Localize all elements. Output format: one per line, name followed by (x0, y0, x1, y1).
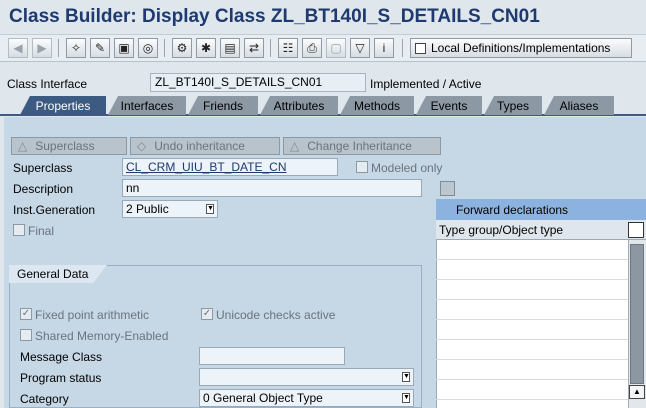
dropdown-icon: ▼ (206, 204, 214, 214)
scrollbar-thumb[interactable] (630, 244, 644, 384)
dropdown-icon: ▼ (402, 372, 410, 382)
tab-types[interactable]: Types (484, 96, 542, 115)
tab-label: Attributes (273, 98, 325, 113)
display-change-icon[interactable]: ✎ (90, 38, 110, 58)
document-icon (415, 42, 426, 54)
class-interface-label: Class Interface (7, 77, 88, 91)
superclass-label: Superclass (13, 161, 73, 175)
class-interface-field[interactable]: ZL_BT140I_S_DETAILS_CN01 (150, 73, 366, 92)
toggle-forward-declarations-icon[interactable] (440, 181, 455, 196)
forward-icon[interactable]: ▶ (32, 38, 52, 58)
hierarchy-icon[interactable]: ☷ (278, 38, 298, 58)
unicode-label: Unicode checks active (216, 308, 336, 322)
superclass-button-label: Superclass (35, 139, 95, 153)
activate-icon[interactable]: ✱ (196, 38, 216, 58)
table-row[interactable] (436, 320, 628, 340)
display-object-list-icon[interactable]: ⇄ (244, 38, 264, 58)
back-icon[interactable]: ◀ (8, 38, 28, 58)
tab-label: Properties (35, 98, 91, 113)
print-icon[interactable]: ⎙ (302, 38, 322, 58)
undo-inheritance-label: Undo inheritance (154, 139, 245, 153)
local-definitions-label: Local Definitions/Implementations (431, 41, 611, 55)
superclass-field[interactable]: CL_CRM_UIU_BT_DATE_CN (122, 158, 338, 176)
tab-strip: Properties Interfaces Friends Attributes… (0, 96, 646, 116)
application-toolbar: ◀ ▶ ✧ ✎ ▣ ◎ ⚙ ✱ ▤ ⇄ ☷ ⎙ ▢ ▽ i Local Defi… (0, 34, 646, 62)
table-row[interactable] (436, 300, 628, 320)
empty-icon[interactable]: ▢ (326, 38, 346, 58)
table-row[interactable] (436, 360, 628, 380)
category-value: 0 General Object Type (203, 391, 323, 405)
table-row[interactable] (436, 380, 628, 400)
undo-inheritance-button[interactable]: ◇ Undo inheritance (130, 137, 280, 155)
inst-generation-select[interactable]: 2 Public ▼ (122, 200, 218, 218)
undo-icon: ◇ (137, 139, 147, 153)
toolbar-separator (164, 39, 165, 57)
table-row[interactable] (436, 340, 628, 360)
table-row[interactable] (436, 240, 628, 260)
toolbar-strip (0, 62, 646, 72)
tab-label: Friends (202, 98, 243, 113)
window-title: Class Builder: Display Class ZL_BT140I_S… (9, 6, 540, 27)
column-header-type-group: Type group/Object type (436, 220, 646, 240)
modeled-only-label: Modeled only (371, 161, 443, 175)
final-label: Final (28, 224, 55, 238)
tab-label: Types (496, 98, 529, 113)
general-data-tab: General Data (9, 265, 107, 283)
message-class-label: Message Class (20, 350, 103, 364)
other-object-icon[interactable]: ✧ (66, 38, 86, 58)
category-select[interactable]: 0 General Object Type ▼ (199, 389, 414, 407)
check-icon[interactable]: ⚙ (172, 38, 192, 58)
unicode-checkbox[interactable]: ✓ (201, 308, 213, 320)
final-checkbox[interactable] (13, 224, 25, 236)
tab-properties[interactable]: Properties (20, 96, 106, 115)
table-settings-icon[interactable] (628, 222, 644, 238)
description-field[interactable]: nn (122, 179, 422, 197)
change-inheritance-button[interactable]: △ Change Inheritance (283, 137, 441, 155)
where-used-icon[interactable]: ◎ (138, 38, 158, 58)
change-icon: △ (290, 139, 300, 153)
tab-label: Aliases (559, 98, 599, 113)
program-status-select[interactable]: ▼ (199, 368, 414, 386)
class-status-text: Implemented / Active (370, 77, 482, 91)
inst-generation-label: Inst.Generation (13, 203, 96, 217)
toolbar-separator (58, 39, 59, 57)
table-row[interactable] (436, 260, 628, 280)
tab-label: Interfaces (120, 98, 174, 113)
forward-declarations-title: Forward declarations (436, 199, 646, 220)
toolbar-separator (402, 39, 403, 57)
dropdown-icon: ▼ (402, 393, 410, 403)
tab-label: Methods (353, 98, 401, 113)
tab-interfaces[interactable]: Interfaces (108, 96, 186, 115)
scroll-up-icon[interactable]: ▲ (629, 385, 645, 399)
filter-icon[interactable]: ▽ (350, 38, 370, 58)
tab-aliases[interactable]: Aliases (544, 96, 614, 115)
inst-generation-value: 2 Public (126, 202, 169, 216)
toolbar-separator (270, 39, 271, 57)
message-class-field[interactable] (199, 347, 345, 365)
fixed-point-checkbox[interactable]: ✓ (20, 308, 32, 320)
table-row[interactable] (436, 280, 628, 300)
category-label: Category (20, 392, 69, 406)
tab-friends[interactable]: Friends (188, 96, 258, 115)
shared-memory-checkbox[interactable] (20, 329, 32, 341)
test-icon[interactable]: ▤ (220, 38, 240, 58)
tab-label: Events (430, 98, 468, 113)
change-inheritance-label: Change Inheritance (307, 139, 412, 153)
tab-methods[interactable]: Methods (340, 96, 414, 115)
superclass-icon: △ (18, 139, 28, 153)
program-status-label: Program status (20, 371, 102, 385)
tab-events[interactable]: Events (416, 96, 482, 115)
local-definitions-button[interactable]: Local Definitions/Implementations (410, 38, 632, 58)
fixed-point-label: Fixed point arithmetic (35, 308, 150, 322)
modeled-only-checkbox[interactable] (356, 161, 368, 173)
superclass-button[interactable]: △ Superclass (11, 137, 127, 155)
info-icon[interactable]: i (374, 38, 394, 58)
description-label: Description (13, 182, 74, 196)
shared-memory-label: Shared Memory-Enabled (35, 329, 169, 343)
tab-attributes[interactable]: Attributes (260, 96, 338, 115)
active-inactive-icon[interactable]: ▣ (114, 38, 134, 58)
